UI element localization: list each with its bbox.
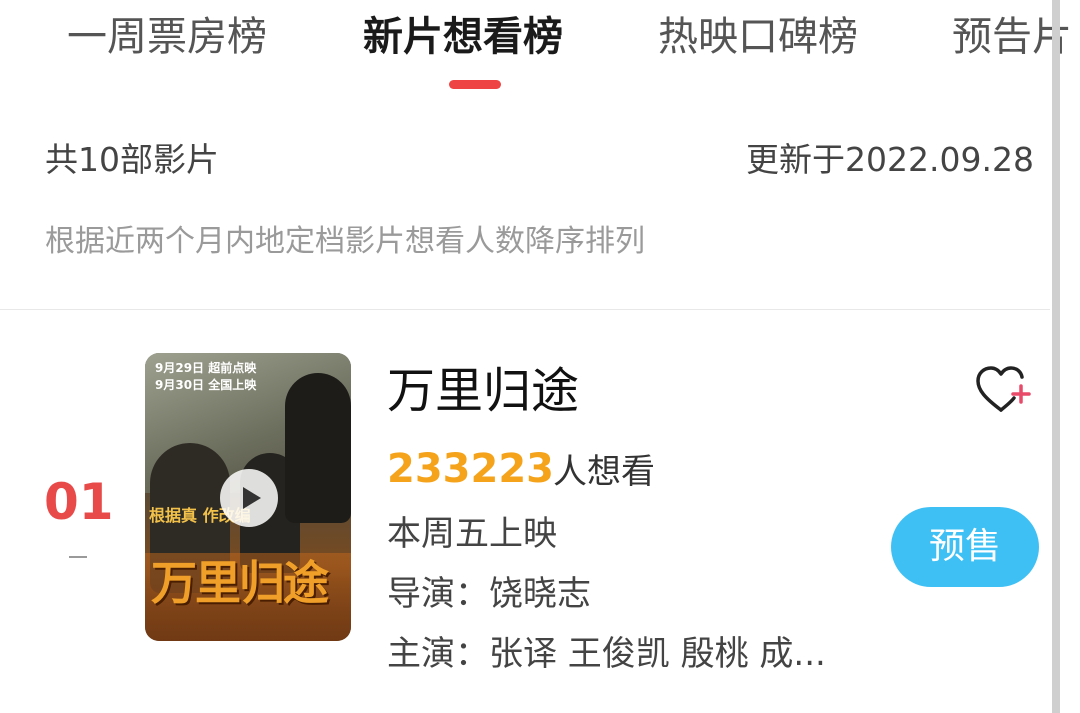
poster-title: 万里归途 <box>151 556 329 610</box>
tab-now-showing-rating[interactable]: 热映口碑榜 <box>658 12 858 62</box>
tab-weekly-box-office[interactable]: 一周票房榜 <box>67 12 267 62</box>
active-tab-indicator <box>449 80 501 89</box>
rank-change-indicator <box>69 556 87 558</box>
ranking-description: 根据近两个月内地定档影片想看人数降序排列 <box>45 224 645 259</box>
movie-title[interactable]: 万里归途 <box>387 362 579 420</box>
tab-new-movie-wishlist[interactable]: 新片想看榜 <box>363 12 563 62</box>
page: 一周票房榜 新片想看榜 热映口碑榜 预告片 共10部影片 更新于2022.09.… <box>0 0 1080 713</box>
wish-count-label: 人想看 <box>553 452 655 492</box>
presale-button[interactable]: 预售 <box>891 507 1039 587</box>
divider <box>0 309 1050 310</box>
movie-poster[interactable]: 9月29日 超前点映 9月30日 全国上映 根据真 作改编 万里归途 <box>145 353 351 641</box>
movie-count: 共10部影片 <box>45 140 219 179</box>
heart-plus-icon[interactable] <box>975 364 1033 416</box>
play-trailer-button[interactable] <box>220 469 278 527</box>
director-info: 导演：饶晓志 <box>387 574 591 614</box>
updated-date: 更新于2022.09.28 <box>746 140 1034 179</box>
rank-number: 01 <box>44 473 114 531</box>
play-icon <box>243 487 261 509</box>
release-info: 本周五上映 <box>387 514 557 554</box>
poster-date-line: 9月30日 全国上映 <box>155 378 257 392</box>
scrollbar[interactable] <box>1052 0 1060 713</box>
wish-count: 233223 <box>387 446 554 492</box>
ranking-tabs: 一周票房榜 新片想看榜 热映口碑榜 预告片 <box>0 0 1080 100</box>
poster-date-line: 9月29日 超前点映 <box>155 361 257 375</box>
actors-info: 主演：张译 王俊凯 殷桃 成... <box>387 634 826 674</box>
